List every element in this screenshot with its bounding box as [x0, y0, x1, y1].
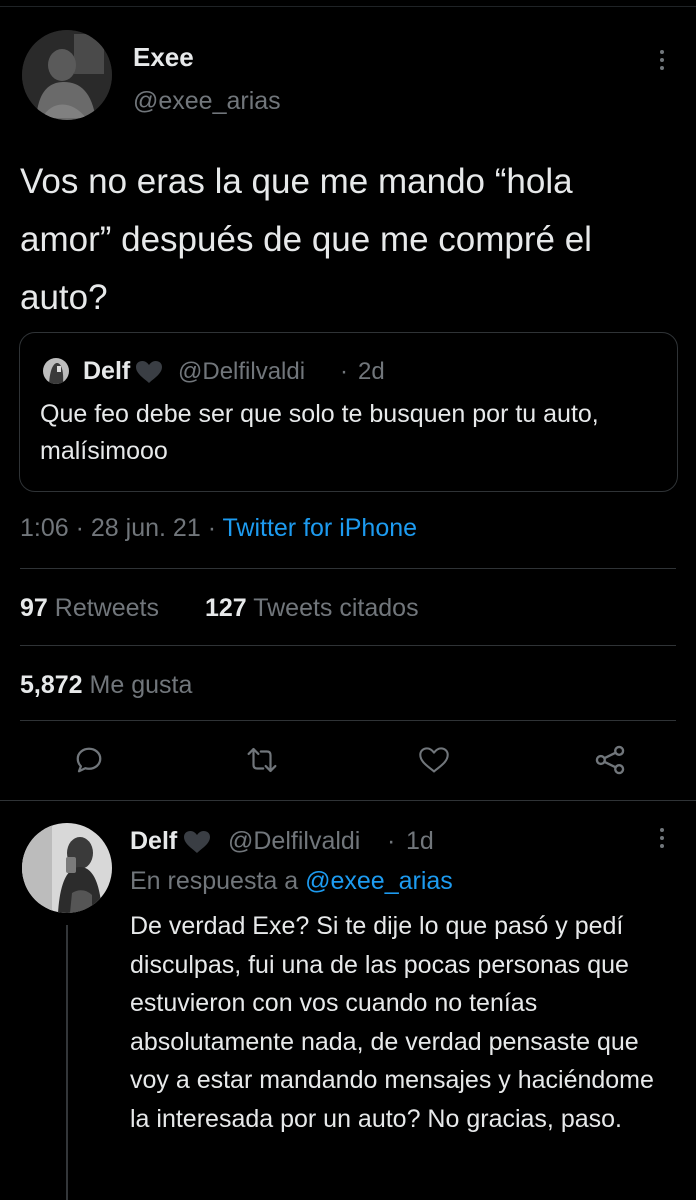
- reply-separator: ·: [387, 827, 396, 855]
- likes-label: Me gusta: [89, 671, 193, 699]
- retweets-label: Retweets: [54, 594, 159, 622]
- retweets-count: 97: [20, 594, 48, 622]
- quotes-stat[interactable]: 127 Tweets citados: [205, 594, 419, 623]
- more-options-icon[interactable]: [650, 46, 674, 74]
- tweet-client-link[interactable]: Twitter for iPhone: [223, 514, 418, 542]
- quote-text: Que feo debe ser que solo te busquen por…: [40, 400, 599, 465]
- heart-emoji-icon: [184, 831, 210, 853]
- retweets-stat[interactable]: 97 Retweets: [20, 594, 159, 623]
- quotes-count: 127: [205, 594, 247, 622]
- divider: [0, 800, 696, 801]
- quoted-tweet[interactable]: Delf @Delfilvaldi · 2d Que feo debe ser …: [19, 332, 678, 492]
- reply-author-name[interactable]: Delf: [130, 827, 177, 856]
- quote-author-handle: @Delfilvaldi: [178, 358, 306, 385]
- retweet-icon[interactable]: [245, 745, 279, 775]
- reply-thread-line: [66, 925, 68, 1200]
- quote-time: 2d: [358, 358, 385, 385]
- meta-separator: ·: [207, 514, 217, 542]
- reply-text: De verdad Exe? Si te dije lo que pasó y …: [130, 912, 654, 1133]
- reply-more-options-icon[interactable]: [650, 824, 674, 852]
- tweet-text: Vos no eras la que me mando “hola amor” …: [20, 162, 592, 317]
- divider: [20, 645, 676, 646]
- meta-separator: ·: [75, 514, 84, 542]
- tweet-time: 1:06: [20, 514, 69, 542]
- likes-count: 5,872: [20, 671, 83, 699]
- divider: [20, 720, 676, 721]
- replying-to-handle-link[interactable]: @exee_arias: [305, 867, 453, 895]
- quote-author-avatar: [43, 358, 69, 384]
- quote-separator: ·: [340, 358, 348, 385]
- reply-author-avatar[interactable]: [22, 823, 112, 913]
- author-name[interactable]: Exee: [133, 42, 194, 73]
- reply-author-handle[interactable]: @Delfilvaldi: [228, 827, 360, 856]
- heart-emoji-icon: [136, 361, 162, 383]
- divider: [20, 568, 676, 569]
- author-handle[interactable]: @exee_arias: [133, 87, 281, 116]
- quotes-label: Tweets citados: [253, 594, 419, 622]
- replying-to-prefix: En respuesta a: [130, 867, 299, 895]
- reply-icon[interactable]: [74, 745, 104, 775]
- likes-stat[interactable]: 5,872 Me gusta: [20, 671, 192, 700]
- replying-to: En respuesta a @exee_arias: [130, 867, 453, 896]
- reply-time: 1d: [406, 827, 434, 855]
- top-divider: [0, 6, 696, 7]
- author-avatar[interactable]: [22, 30, 112, 120]
- like-icon[interactable]: [418, 746, 450, 774]
- tweet-timestamp: 1:06 · 28 jun. 21 · Twitter for iPhone: [20, 514, 417, 543]
- tweet-date: 28 jun. 21: [90, 514, 201, 542]
- quote-author-name: Delf: [83, 357, 131, 385]
- share-icon[interactable]: [593, 744, 627, 776]
